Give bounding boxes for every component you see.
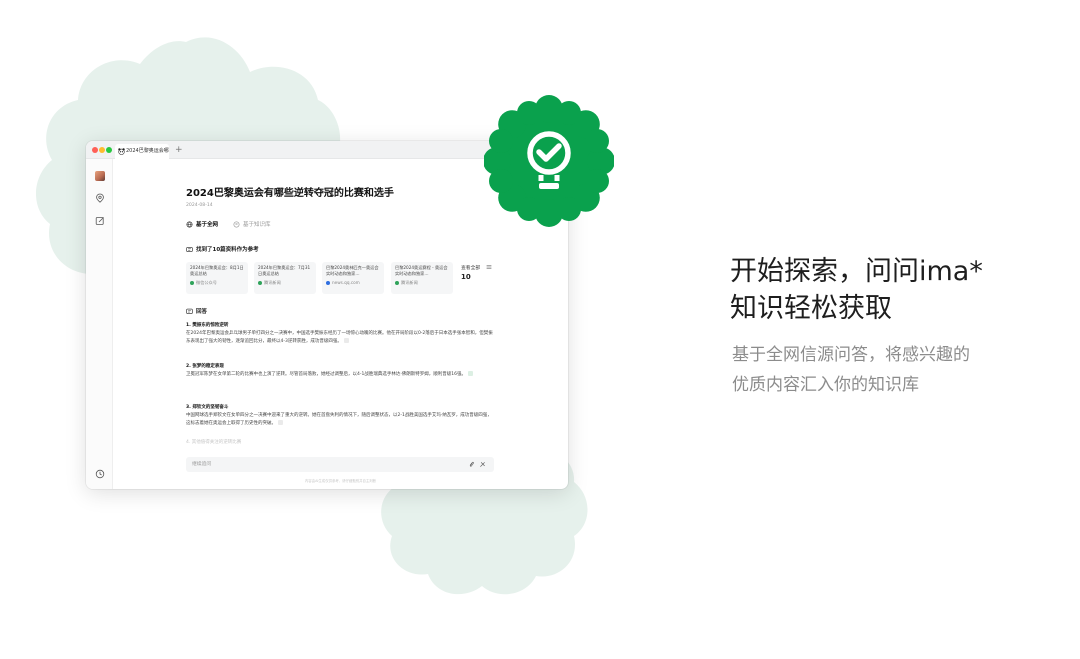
question-title: 2024巴黎奥运会有哪些逆转夺冠的比赛和选手 xyxy=(186,188,394,199)
tab-web-search[interactable]: 基于全网 xyxy=(186,220,218,228)
minimize-window-button[interactable] xyxy=(99,147,105,153)
answer-section-title: 3. 郑钦文的坚韧奋斗 xyxy=(186,405,229,410)
book-icon xyxy=(233,221,240,227)
tab-knowledge-base-label: 基于知识库 xyxy=(243,222,271,228)
hero-subtitle-line: 优质内容汇入你的知识库 xyxy=(732,375,919,395)
reference-card[interactable]: 巴黎2024奥运赛程 - 奥运会实时动态和独家… 腾讯新闻 xyxy=(391,262,453,294)
reference-source: news.qq.com xyxy=(326,280,380,286)
references-heading: 找到了10篇资料作为参考 xyxy=(186,245,259,253)
reference-source-label: 腾讯新闻 xyxy=(264,280,281,285)
source-icon xyxy=(258,281,262,285)
source-icon xyxy=(190,281,194,285)
hero-title: 开始探索，问问ima* 知识轻松获取 xyxy=(730,253,983,327)
question-date: 2024-08-14 xyxy=(186,203,213,208)
reference-source: 腾讯新闻 xyxy=(395,280,449,286)
answer-section-body: 在2024年巴黎奥运会乒乓球男子单打四分之一决赛中，中国选手樊振东经历了一场惊心… xyxy=(186,331,493,344)
sparkle-icon xyxy=(186,246,193,252)
citation-marker[interactable] xyxy=(468,371,474,376)
globe-icon xyxy=(186,221,193,228)
follow-up-input[interactable]: 继续追问 xyxy=(186,457,494,472)
references-found-label: 找到了10篇资料作为参考 xyxy=(196,247,259,253)
reference-source: 腾讯新闻 xyxy=(258,280,312,286)
answer-icon xyxy=(186,308,193,314)
answer-section: 3. 郑钦文的坚韧奋斗 中国网球选手郑钦文在女单四分之一决赛中迎来了重大的逆转。… xyxy=(186,404,494,428)
reference-card[interactable]: 2024年巴黎奥运会：8月1日奥运总结 微信公众号 xyxy=(186,262,248,294)
reference-source-label: 腾讯新闻 xyxy=(401,280,418,285)
reference-source-label: 微信公众号 xyxy=(196,280,217,285)
reference-count: 10 xyxy=(461,273,471,281)
list-icon[interactable] xyxy=(486,264,492,270)
location-pin-icon[interactable] xyxy=(95,193,105,203)
maximize-window-button[interactable] xyxy=(106,147,112,153)
close-window-button[interactable] xyxy=(92,147,98,153)
avatar[interactable] xyxy=(95,171,105,181)
reference-title: 2024年巴黎奥运会：8月1日奥运总结 xyxy=(190,265,244,276)
reference-source-label: news.qq.com xyxy=(332,280,360,285)
answer-heading-label: 回答 xyxy=(196,309,208,315)
citation-marker[interactable] xyxy=(343,338,349,343)
source-icon xyxy=(395,281,399,285)
tab-title: 2024巴黎奥运会哪 xyxy=(126,148,169,154)
follow-up-placeholder: 继续追问 xyxy=(192,462,212,467)
reference-card[interactable]: 巴黎2024奥林匹克—奥运会实时动态和独家… news.qq.com xyxy=(322,262,384,294)
answer-section-body: 中国网球选手郑钦文在女单四分之一决赛中迎来了重大的逆转。她在首盘失利的情况下，随… xyxy=(186,413,492,426)
answer-section-title: 2. 张梦的稳定表现 xyxy=(186,364,224,369)
reference-title: 巴黎2024奥运赛程 - 奥运会实时动态和独家… xyxy=(395,265,448,276)
reference-title: 巴黎2024奥林匹克—奥运会实时动态和独家… xyxy=(326,265,379,276)
hero-title-line: 开始探索，问问ima* xyxy=(730,256,983,287)
edit-icon[interactable] xyxy=(95,216,105,226)
tools-icon[interactable] xyxy=(479,461,486,468)
answer-section: 1. 樊振东的惊险逆转 在2024年巴黎奥运会乒乓球男子单打四分之一决赛中，中国… xyxy=(186,322,494,346)
paperclip-icon[interactable] xyxy=(468,461,475,468)
source-icon xyxy=(326,281,330,285)
answer-section: 2. 张梦的稳定表现 卫冕冠军陈梦在女单第二轮的比赛中也上演了逆转。尽管首局落败… xyxy=(186,363,494,379)
tab-web-search-label: 基于全网 xyxy=(196,222,219,228)
ai-disclaimer: 内容由AI生成仅供参考，请仔细甄别并自主判断 xyxy=(304,479,377,483)
answer-section-body: 卫冕冠军陈梦在女单第二轮的比赛中也上演了逆转。尽管首局落败，她经过调整后，以4-… xyxy=(186,372,467,377)
view-all-references-button[interactable]: 查看全部 xyxy=(461,264,480,271)
reference-source: 微信公众号 xyxy=(190,280,244,286)
answer-faded-line: 4. 其他值得关注的逆转比赛 xyxy=(186,440,242,445)
hero-subtitle-line: 基于全网信源问答，将感兴趣的 xyxy=(732,345,970,365)
panda-logo-icon xyxy=(118,148,125,155)
lightbulb-icon xyxy=(484,95,614,227)
new-tab-button[interactable]: + xyxy=(175,142,183,158)
history-icon[interactable] xyxy=(95,469,105,479)
reference-card[interactable]: 2024年巴黎奥运会：7月31日奥运总结 腾讯新闻 xyxy=(254,262,316,294)
answer-section-title: 1. 樊振东的惊险逆转 xyxy=(186,323,229,328)
tab-knowledge-base[interactable]: 基于知识库 xyxy=(233,220,271,228)
citation-marker[interactable] xyxy=(278,420,283,425)
sidebar xyxy=(86,159,113,489)
answer-heading: 回答 xyxy=(186,307,207,315)
browser-tab[interactable]: 2024巴黎奥运会哪 xyxy=(115,144,169,159)
hero-title-line: 知识轻松获取 xyxy=(730,293,892,324)
hero-subtitle: 基于全网信源问答，将感兴趣的 优质内容汇入你的知识库 xyxy=(732,340,970,400)
reference-title: 2024年巴黎奥运会：7月31日奥运总结 xyxy=(258,265,311,276)
